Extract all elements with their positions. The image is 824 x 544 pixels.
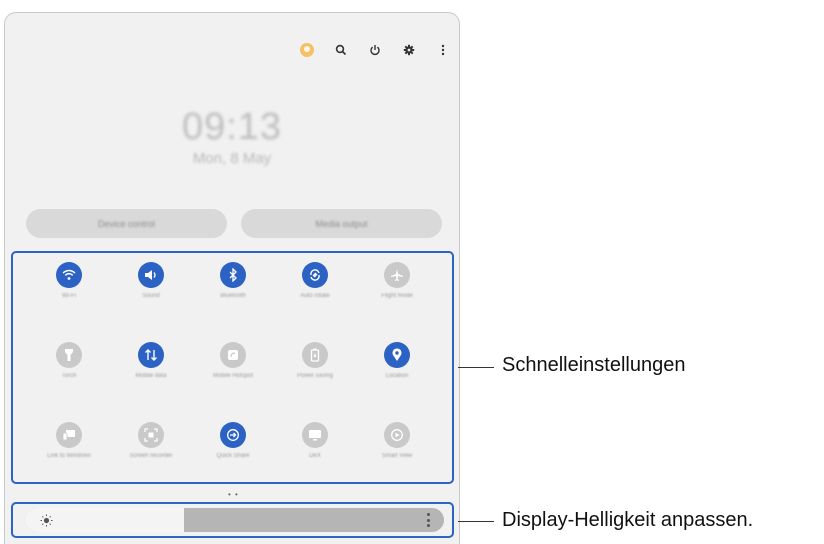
dex-icon	[302, 422, 328, 448]
quick-setting-tile[interactable]: Mobile data	[121, 342, 181, 380]
quick-setting-tile[interactable]: Bluetooth	[203, 262, 263, 300]
location-icon	[384, 342, 410, 368]
quick-setting-tile[interactable]: Mobile Hotspot	[203, 342, 263, 380]
quick-setting-label: Smart View	[381, 453, 413, 459]
quick-setting-label: Bluetooth	[220, 293, 246, 299]
quick-setting-label: Mobile Hotspot	[212, 373, 254, 379]
quick-setting-tile[interactable]: Location	[367, 342, 427, 380]
link-windows-icon	[56, 422, 82, 448]
smart-view-icon	[384, 422, 410, 448]
clock-date: Mon, 8 May	[192, 150, 272, 167]
brightness-slider[interactable]	[25, 508, 444, 532]
quick-setting-tile[interactable]: Auto rotate	[285, 262, 345, 300]
search-icon[interactable]	[324, 42, 358, 58]
airplane-icon	[384, 262, 410, 288]
settings-icon[interactable]	[392, 42, 426, 58]
media-output-button[interactable]: Media output	[241, 209, 442, 238]
media-output-label: Media output	[315, 218, 368, 229]
sound-icon	[138, 262, 164, 288]
quick-setting-label: Link to Windows	[47, 453, 91, 459]
callout-line-brightness	[458, 521, 494, 522]
quick-setting-label: Quick Share	[216, 453, 250, 459]
quick-setting-tile[interactable]: Torch	[39, 342, 99, 380]
power-icon[interactable]	[358, 42, 392, 58]
quick-setting-label: Torch	[61, 373, 77, 379]
panel-top-icons	[290, 42, 460, 58]
quick-setting-tile[interactable]: DeX	[285, 422, 345, 460]
quick-setting-label: Power saving	[296, 373, 334, 379]
quick-setting-tile[interactable]: Link to Windows	[39, 422, 99, 460]
quick-setting-tile[interactable]: Power saving	[285, 342, 345, 380]
clock-time: 09:13	[181, 106, 283, 148]
quick-setting-tile[interactable]: Flight mode	[367, 262, 427, 300]
auto-rotate-icon	[302, 262, 328, 288]
mobile-data-icon	[138, 342, 164, 368]
device-control-label: Device control	[97, 218, 156, 229]
quick-setting-tile[interactable]: Quick Share	[203, 422, 263, 460]
quick-setting-tile[interactable]: Wi-Fi	[39, 262, 99, 300]
wifi-icon	[56, 262, 82, 288]
callout-brightness: Display-Helligkeit anpassen.	[502, 509, 754, 531]
device-control-button[interactable]: Device control	[26, 209, 227, 238]
page-indicator: • •	[228, 490, 239, 499]
brightness-more-icon[interactable]	[425, 513, 431, 527]
quick-share-icon	[220, 422, 246, 448]
sun-icon	[40, 514, 53, 527]
screen-recorder-icon	[138, 422, 164, 448]
bluetooth-icon	[220, 262, 246, 288]
quick-setting-tile[interactable]: Sound	[121, 262, 181, 300]
quick-setting-label: Auto rotate	[300, 293, 330, 299]
flashlight-icon	[56, 342, 82, 368]
quick-setting-label: Screen recorder	[129, 453, 173, 459]
quick-setting-label: Location	[385, 373, 409, 379]
quick-setting-label: Flight mode	[381, 293, 413, 299]
power-saving-icon	[302, 342, 328, 368]
callout-line-quick-settings	[458, 367, 494, 368]
quick-setting-label: Sound	[142, 293, 160, 299]
quick-setting-tile[interactable]: Smart View	[367, 422, 427, 460]
quick-setting-label: Mobile data	[135, 373, 167, 379]
quick-setting-label: DeX	[309, 453, 321, 459]
callout-quick-settings: Schnelleinstellungen	[502, 354, 686, 376]
account-icon[interactable]	[290, 42, 324, 58]
more-options-icon[interactable]	[426, 42, 460, 58]
quick-setting-label: Wi-Fi	[62, 293, 76, 299]
quick-setting-tile[interactable]: Screen recorder	[121, 422, 181, 460]
hotspot-icon	[220, 342, 246, 368]
